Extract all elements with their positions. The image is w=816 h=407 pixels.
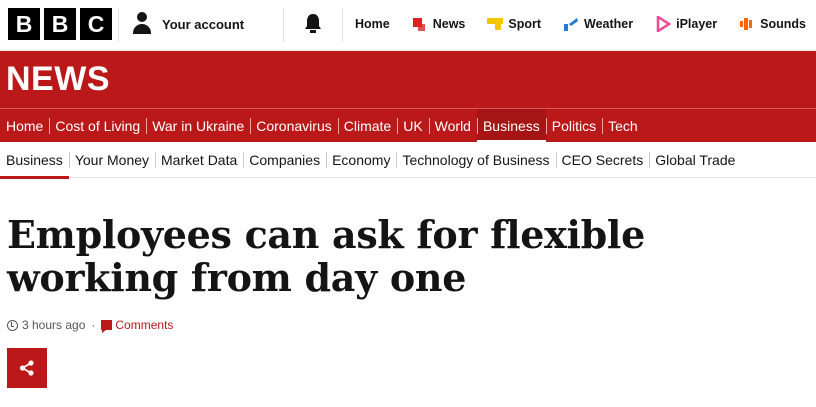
secondary-nav-ceo-secrets[interactable]: CEO Secrets [555,142,650,178]
secondary-nav-your-money[interactable]: Your Money [68,142,155,178]
iplayer-icon [656,16,672,32]
primary-nav-business[interactable]: Business [476,108,546,143]
nav-sport-label: Sport [508,17,542,31]
news-brand-title[interactable]: NEWS [6,60,110,99]
primary-nav-cost-of-living[interactable]: Cost of Living [49,109,146,143]
top-bar: B B C Your account Home News Sport Weath… [0,0,816,51]
primary-nav-politics[interactable]: Politics [545,109,602,143]
clock-icon [7,319,18,331]
bbc-logo-letter: C [80,8,112,40]
secondary-nav: Business Your Money Market Data Companie… [0,142,816,179]
article-timestamp: 3 hours ago [22,318,86,332]
comments-link[interactable]: Comments [101,318,174,333]
divider [118,8,119,42]
primary-nav-world[interactable]: World [428,109,477,143]
article-headline: Employees can ask for flexible working f… [7,212,645,300]
secondary-nav-market-data[interactable]: Market Data [155,142,243,178]
secondary-nav-companies[interactable]: Companies [243,142,326,178]
secondary-nav-global-trade[interactable]: Global Trade [649,142,741,178]
news-icon [412,18,425,31]
meta-separator: · [91,318,96,332]
primary-nav-coronavirus[interactable]: Coronavirus [250,109,337,143]
secondary-nav-technology-of-business[interactable]: Technology of Business [396,142,555,178]
nav-sounds-label: Sounds [760,17,806,31]
secondary-nav-economy[interactable]: Economy [326,142,396,178]
primary-nav-uk[interactable]: UK [397,109,428,143]
divider [283,8,284,42]
secondary-nav-business[interactable]: Business [0,142,69,179]
weather-icon [564,18,579,31]
nav-weather-label: Weather [584,17,634,31]
primary-nav-war-in-ukraine[interactable]: War in Ukraine [146,109,250,143]
nav-sounds-link[interactable]: Sounds [739,16,806,32]
user-icon [131,11,153,37]
sounds-icon [740,18,753,30]
share-icon [19,360,34,376]
nav-iplayer-link[interactable]: iPlayer [655,16,717,32]
nav-home-link[interactable]: Home [355,17,390,31]
account-link[interactable]: Your account [131,11,244,37]
nav-home-label: Home [355,17,390,31]
bbc-logo-letter: B [8,8,40,40]
primary-nav-tech[interactable]: Tech [602,109,644,143]
primary-nav-home[interactable]: Home [0,109,49,143]
nav-weather-link[interactable]: Weather [563,16,633,32]
notifications-bell-icon[interactable] [304,13,322,35]
primary-nav-climate[interactable]: Climate [337,109,397,143]
service-nav: Home News Sport Weather iPlayer Sounds [355,11,806,37]
nav-news-label: News [432,17,466,31]
share-button[interactable] [7,348,47,388]
news-banner: NEWS [0,51,816,108]
comment-icon [101,320,113,333]
comments-label: Comments [115,318,174,332]
account-label: Your account [162,16,245,32]
divider [342,8,343,42]
bbc-logo[interactable]: B B C [8,8,112,40]
nav-news-link[interactable]: News [412,16,466,32]
nav-iplayer-label: iPlayer [676,17,718,31]
primary-nav: Home Cost of Living War in Ukraine Coron… [0,108,816,143]
nav-sport-link[interactable]: Sport [487,16,541,32]
bbc-logo-letter: B [44,8,76,40]
sport-icon [487,18,504,30]
article-meta: 3 hours ago · Comments [7,317,173,333]
